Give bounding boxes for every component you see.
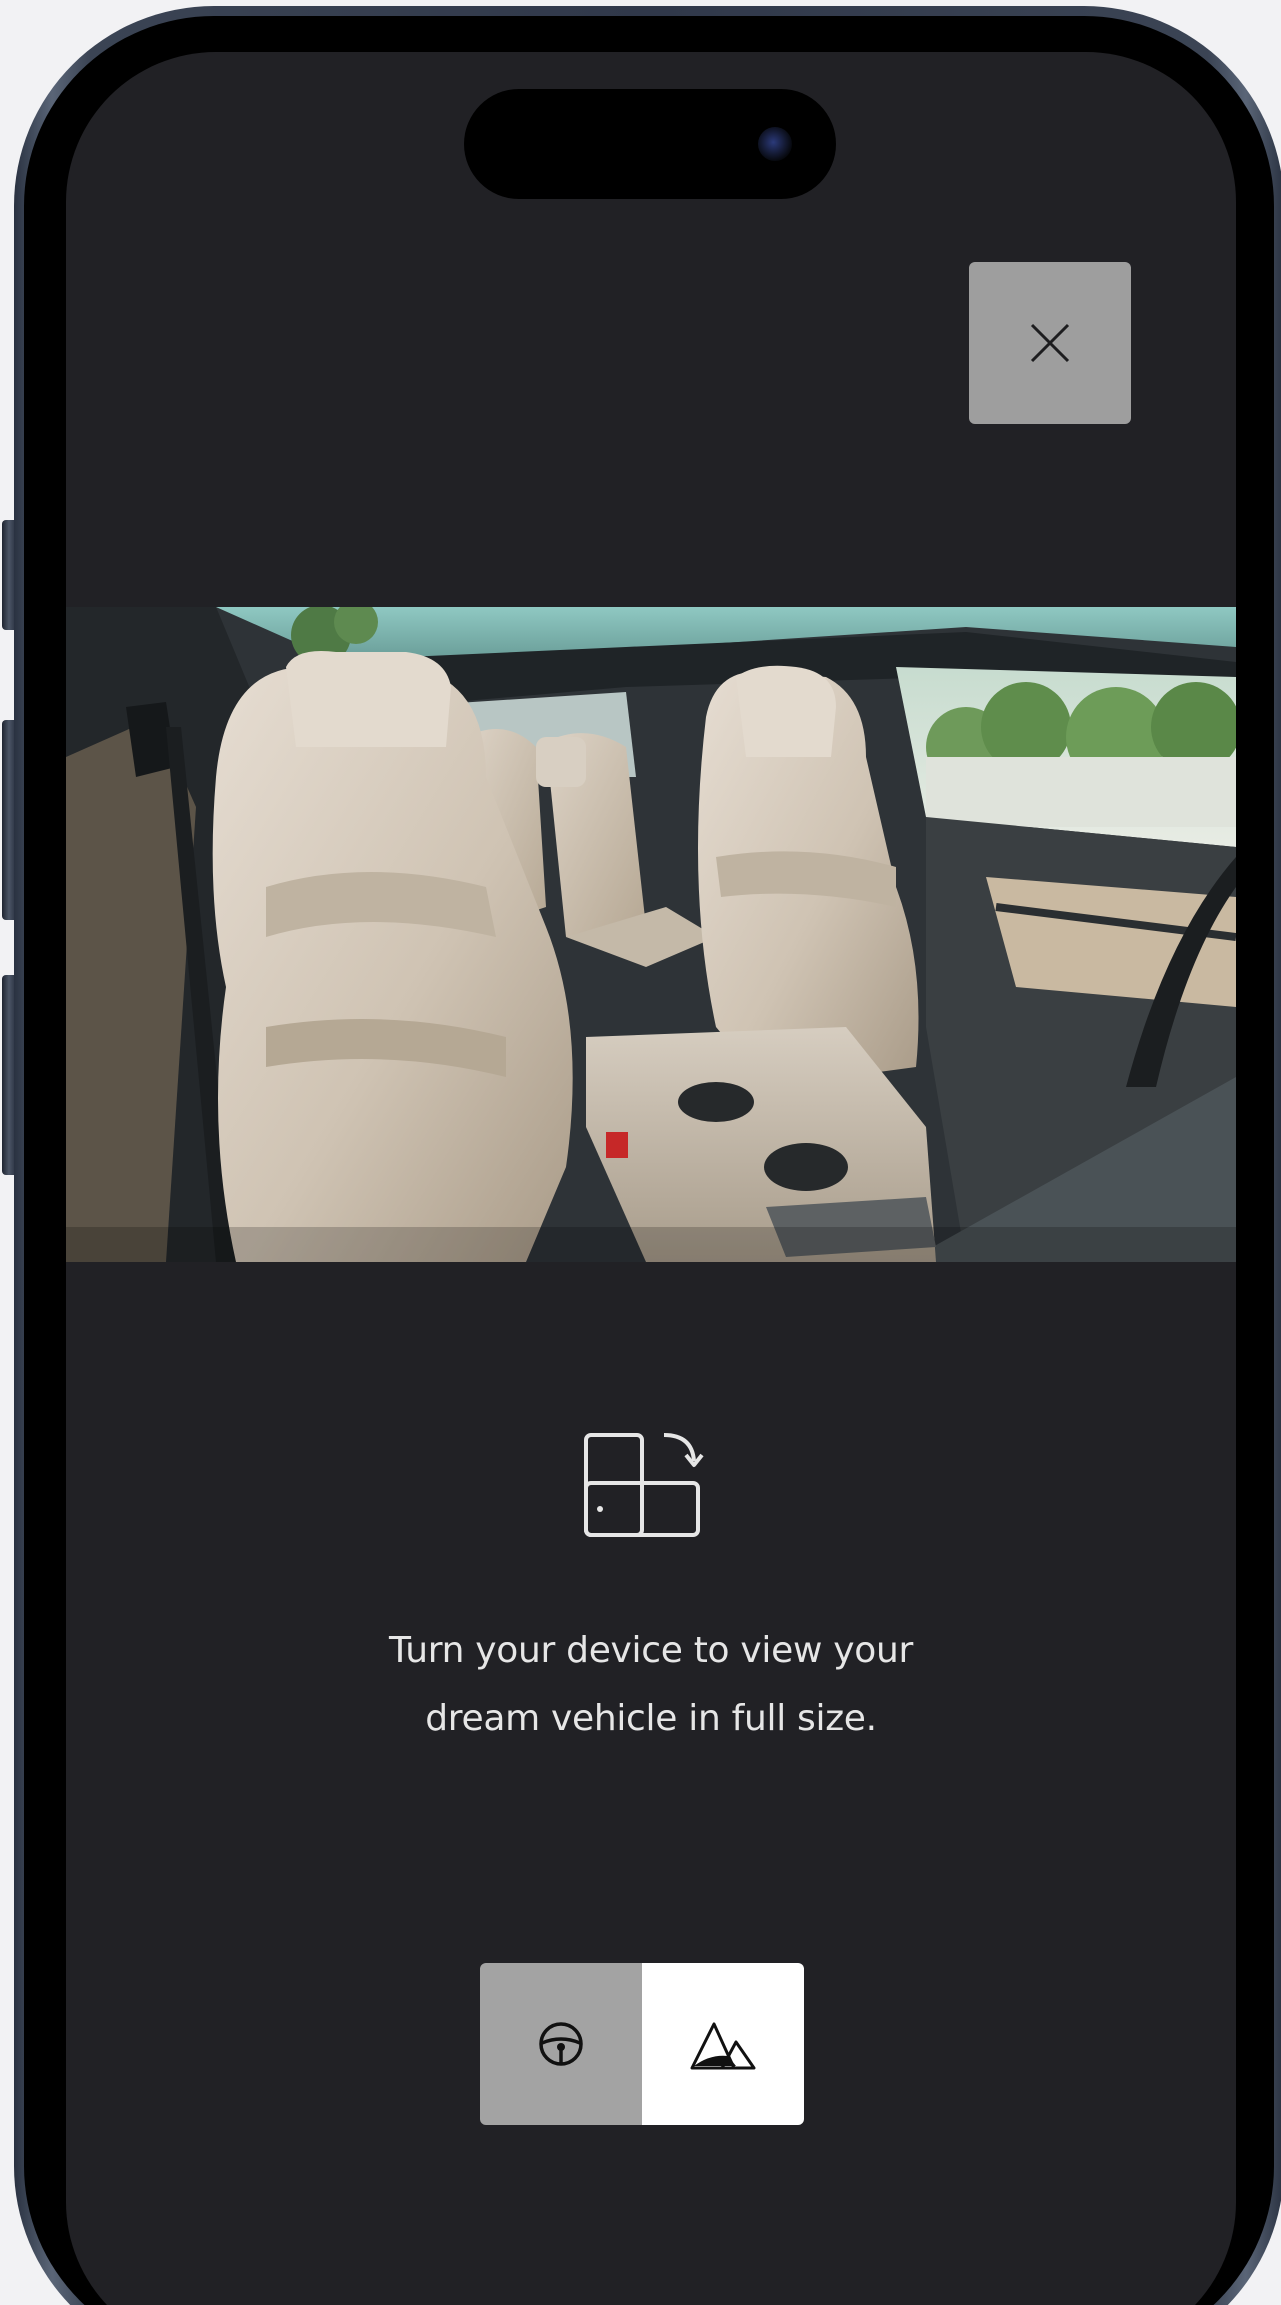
close-button[interactable] bbox=[969, 262, 1131, 424]
rotate-device-icon bbox=[584, 1433, 704, 1537]
phone-screen: Turn your device to view your dream vehi… bbox=[66, 52, 1236, 2305]
front-camera bbox=[758, 127, 792, 161]
hint-line-1: Turn your device to view your bbox=[388, 1630, 914, 1671]
device-mockup: Turn your device to view your dream vehi… bbox=[0, 0, 1281, 2305]
close-icon bbox=[1030, 323, 1070, 363]
exterior-view-button[interactable] bbox=[642, 1963, 804, 2125]
view-toggle bbox=[480, 1963, 804, 2125]
interior-view-button[interactable] bbox=[480, 1963, 642, 2125]
rotate-device-hint: Turn your device to view your dream vehi… bbox=[301, 1617, 1001, 1753]
steering-wheel-icon bbox=[539, 2022, 583, 2066]
mountains-icon bbox=[690, 2022, 756, 2070]
vehicle-interior-image bbox=[66, 607, 1236, 1262]
dynamic-island bbox=[464, 89, 836, 199]
hint-line-2: dream vehicle in full size. bbox=[425, 1698, 877, 1739]
